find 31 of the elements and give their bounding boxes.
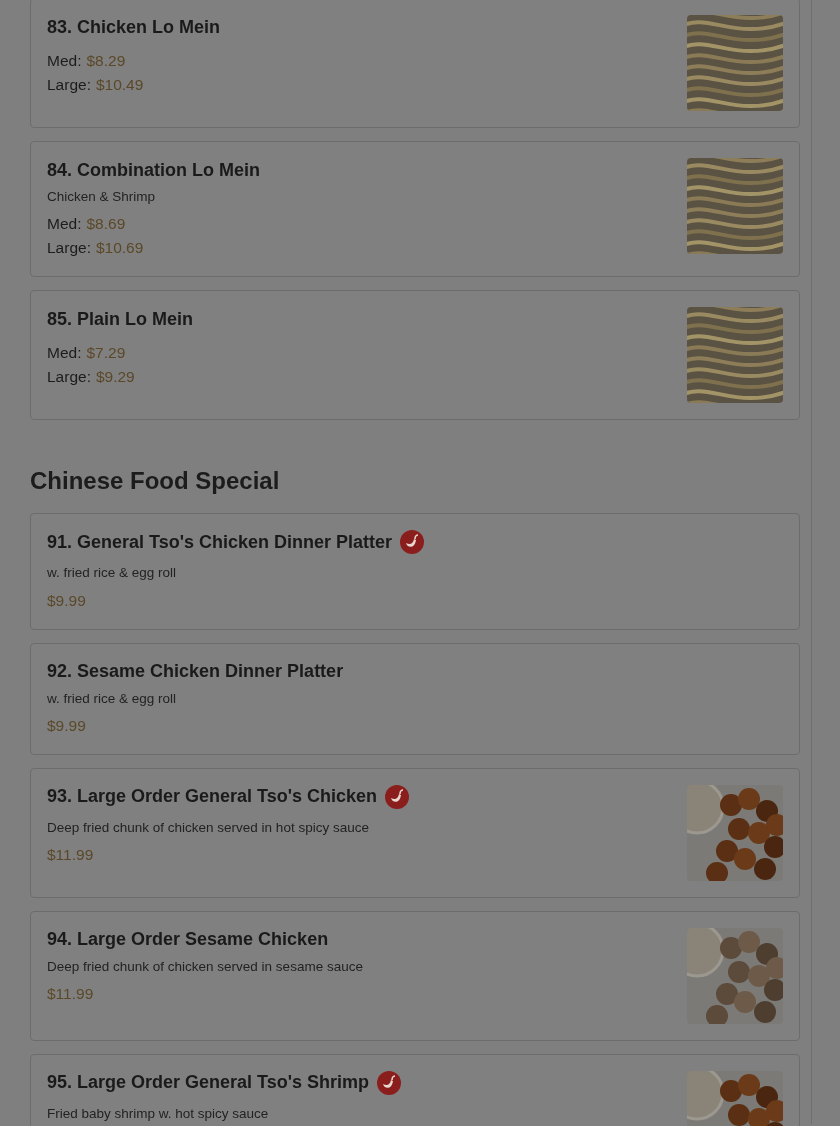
price: $8.29 bbox=[86, 51, 126, 71]
item-title: 84. Combination Lo Mein bbox=[47, 158, 260, 182]
price: $9.99 bbox=[47, 590, 86, 611]
item-title: 85. Plain Lo Mein bbox=[47, 307, 194, 331]
item-title: 92. Sesame Chicken Dinner Platter bbox=[47, 660, 344, 683]
price-label: Med: bbox=[47, 343, 82, 364]
price: $9.99 bbox=[47, 715, 86, 736]
price: $7.29 bbox=[86, 343, 126, 364]
price: $10.69 bbox=[95, 238, 144, 259]
item-title: 91. General Tso's Chicken Dinner Platter bbox=[47, 530, 393, 554]
section-heading: Chinese Food Special bbox=[30, 466, 281, 497]
price: $11.99 bbox=[47, 984, 94, 1004]
price-label: Med: bbox=[47, 214, 82, 235]
price-label: Large: bbox=[47, 238, 91, 259]
price-label: Large: bbox=[47, 367, 91, 388]
item-description: Chicken & Shrimp bbox=[47, 188, 157, 206]
price: $9.29 bbox=[95, 367, 135, 388]
item-description: w. fried rice & egg roll bbox=[47, 689, 178, 708]
price-label: Large: bbox=[47, 75, 91, 95]
price: $10.49 bbox=[95, 75, 144, 95]
price: $8.69 bbox=[86, 214, 126, 235]
item-description: Fried baby shrimp w. hot spicy sauce bbox=[47, 1104, 270, 1123]
price-label: Med: bbox=[47, 51, 82, 71]
item-description: Deep fried chunk of chicken served in hot spicy sauce bbox=[47, 818, 370, 837]
item-title: 94. Large Order Sesame Chicken bbox=[47, 928, 329, 952]
price: $11.99 bbox=[47, 845, 94, 865]
item-title: 83. Chicken Lo Mein bbox=[47, 15, 221, 39]
item-description: w. fried rice & egg roll bbox=[47, 564, 178, 583]
item-description: Deep fried chunk of chicken served in sesame sauce bbox=[47, 957, 363, 976]
item-title: 93. Large Order General Tso's Chicken bbox=[47, 785, 378, 809]
item-title: 95. Large Order General Tso's Shrimp bbox=[47, 1071, 370, 1095]
